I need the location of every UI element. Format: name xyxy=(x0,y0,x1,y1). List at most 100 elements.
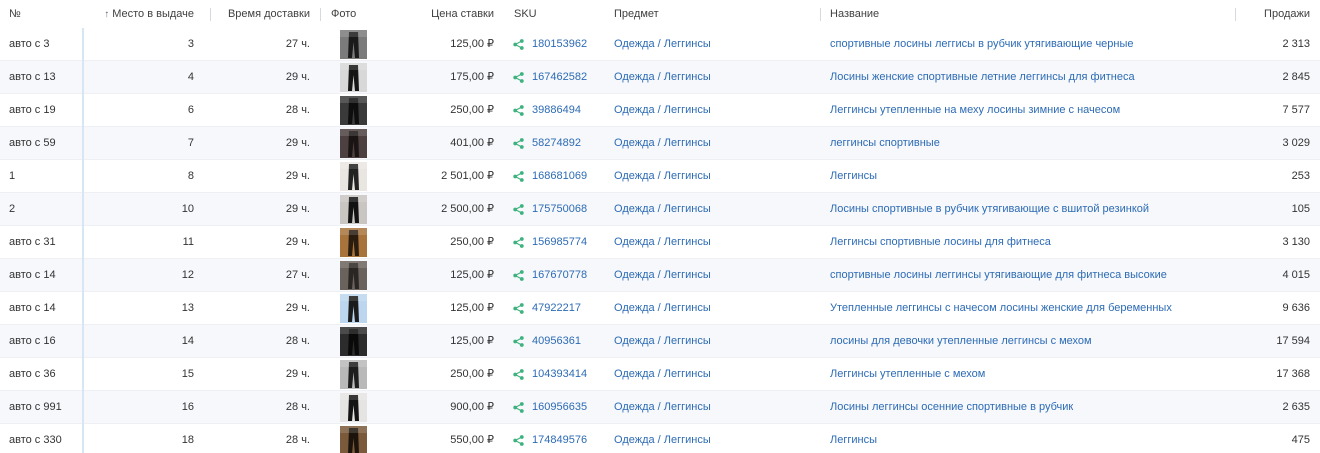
sku-link[interactable]: 58274892 xyxy=(532,127,607,160)
product-photo[interactable] xyxy=(340,393,367,422)
subject-link[interactable]: Одежда / Леггинсы xyxy=(614,424,814,453)
product-photo[interactable] xyxy=(340,294,367,323)
column-divider[interactable] xyxy=(1235,8,1236,21)
table-row[interactable]: авто с 31 11 29 ч. 250,00 ₽ 156985774 Од… xyxy=(0,226,1320,259)
share-icon[interactable] xyxy=(513,270,524,281)
share-icon[interactable] xyxy=(513,105,524,116)
product-photo[interactable] xyxy=(340,30,367,59)
product-photo[interactable] xyxy=(340,360,367,389)
subject-link[interactable]: Одежда / Леггинсы xyxy=(614,391,814,424)
sku-link[interactable]: 39886494 xyxy=(532,94,607,127)
product-name-link[interactable]: Лосины леггинсы осенние спортивные в руб… xyxy=(830,391,1230,424)
pinned-column-divider xyxy=(82,61,84,94)
share-icon[interactable] xyxy=(513,303,524,314)
table-row[interactable]: авто с 19 6 28 ч. 250,00 ₽ 39886494 Одеж… xyxy=(0,94,1320,127)
sku-link[interactable]: 40956361 xyxy=(532,325,607,358)
product-name-link[interactable]: спортивные лосины леггинсы утягивающие д… xyxy=(830,259,1230,292)
table-row[interactable]: 1 8 29 ч. 2 501,00 ₽ 168681069 Одежда / … xyxy=(0,160,1320,193)
table-row[interactable]: авто с 3 3 27 ч. 125,00 ₽ 180153962 Одеж… xyxy=(0,28,1320,61)
share-icon[interactable] xyxy=(513,402,524,413)
product-name-link[interactable]: леггинсы спортивные xyxy=(830,127,1230,160)
subject-link[interactable]: Одежда / Леггинсы xyxy=(614,226,814,259)
share-icon[interactable] xyxy=(513,204,524,215)
sku-link[interactable]: 180153962 xyxy=(532,28,607,61)
product-name-link[interactable]: Леггинсы xyxy=(830,160,1230,193)
share-icon[interactable] xyxy=(513,435,524,446)
share-icon[interactable] xyxy=(513,72,524,83)
sku-link[interactable]: 104393414 xyxy=(532,358,607,391)
column-header-delivery[interactable]: Время доставки xyxy=(212,0,310,28)
subject-link[interactable]: Одежда / Леггинсы xyxy=(614,160,814,193)
share-icon[interactable] xyxy=(513,336,524,347)
sku-link[interactable]: 175750068 xyxy=(532,193,607,226)
product-photo[interactable] xyxy=(340,96,367,125)
product-photo[interactable] xyxy=(340,195,367,224)
sku-link[interactable]: 47922217 xyxy=(532,292,607,325)
product-name-link[interactable]: Леггинсы утепленные с мехом xyxy=(830,358,1230,391)
table-row[interactable]: авто с 991 16 28 ч. 900,00 ₽ 160956635 О… xyxy=(0,391,1320,424)
product-name-link[interactable]: спортивные лосины леггисы в рубчик утяги… xyxy=(830,28,1230,61)
sku-link[interactable]: 156985774 xyxy=(532,226,607,259)
product-name-link[interactable]: Леггинсы спортивные лосины для фитнеса xyxy=(830,226,1230,259)
subject-link[interactable]: Одежда / Леггинсы xyxy=(614,61,814,94)
share-icon[interactable] xyxy=(513,369,524,380)
row-delivery: 28 ч. xyxy=(285,401,310,413)
product-photo-image xyxy=(340,195,367,224)
share-icon[interactable] xyxy=(513,237,524,248)
subject-link[interactable]: Одежда / Леггинсы xyxy=(614,28,814,61)
share-icon[interactable] xyxy=(513,138,524,149)
product-name-link[interactable]: Лосины спортивные в рубчик утягивающие с… xyxy=(830,193,1230,226)
product-photo-image xyxy=(340,294,367,323)
product-photo[interactable] xyxy=(340,129,367,158)
column-divider[interactable] xyxy=(320,8,321,21)
product-photo[interactable] xyxy=(340,162,367,191)
subject-link[interactable]: Одежда / Леггинсы xyxy=(614,127,814,160)
product-name-link[interactable]: Утепленные леггинсы с начесом лосины жен… xyxy=(830,292,1230,325)
share-icon[interactable] xyxy=(513,39,524,50)
product-name-link[interactable]: Лосины женские спортивные летние леггинс… xyxy=(830,61,1230,94)
subject-link[interactable]: Одежда / Леггинсы xyxy=(614,259,814,292)
column-header-price[interactable]: Цена ставки xyxy=(400,0,494,28)
product-name-link[interactable]: Леггинсы xyxy=(830,424,1230,453)
column-header-subject[interactable]: Предмет xyxy=(614,0,659,28)
column-header-photo[interactable]: Фото xyxy=(331,0,356,28)
row-price: 900,00 ₽ xyxy=(450,401,494,413)
row-price: 550,00 ₽ xyxy=(450,434,494,446)
sku-link[interactable]: 167462582 xyxy=(532,61,607,94)
sku-link[interactable]: 168681069 xyxy=(532,160,607,193)
subject-link[interactable]: Одежда / Леггинсы xyxy=(614,193,814,226)
product-name-link[interactable]: Леггинсы утепленные на меху лосины зимни… xyxy=(830,94,1230,127)
column-divider[interactable] xyxy=(820,8,821,21)
table-row[interactable]: авто с 14 12 27 ч. 125,00 ₽ 167670778 Од… xyxy=(0,259,1320,292)
column-divider[interactable] xyxy=(210,8,211,21)
sku-link[interactable]: 160956635 xyxy=(532,391,607,424)
table-row[interactable]: авто с 13 4 29 ч. 175,00 ₽ 167462582 Оде… xyxy=(0,61,1320,94)
product-photo[interactable] xyxy=(340,228,367,257)
subject-link[interactable]: Одежда / Леггинсы xyxy=(614,292,814,325)
product-photo[interactable] xyxy=(340,327,367,356)
column-header-num[interactable]: № xyxy=(9,0,21,28)
subject-link[interactable]: Одежда / Леггинсы xyxy=(614,94,814,127)
row-delivery: 29 ч. xyxy=(285,170,310,182)
row-place: 13 xyxy=(181,302,194,314)
column-header-name[interactable]: Название xyxy=(830,0,879,28)
row-place: 12 xyxy=(181,269,194,281)
table-row[interactable]: авто с 330 18 28 ч. 550,00 ₽ 174849576 О… xyxy=(0,424,1320,453)
product-photo[interactable] xyxy=(340,63,367,92)
column-header-sales[interactable]: Продажи xyxy=(1240,0,1310,28)
product-name-link[interactable]: лосины для девочки утепленные леггинсы с… xyxy=(830,325,1230,358)
sku-link[interactable]: 174849576 xyxy=(532,424,607,453)
share-icon[interactable] xyxy=(513,171,524,182)
column-header-sku[interactable]: SKU xyxy=(514,0,537,28)
product-photo[interactable] xyxy=(340,261,367,290)
table-row[interactable]: авто с 14 13 29 ч. 125,00 ₽ 47922217 Оде… xyxy=(0,292,1320,325)
table-row[interactable]: авто с 59 7 29 ч. 401,00 ₽ 58274892 Одеж… xyxy=(0,127,1320,160)
table-row[interactable]: авто с 36 15 29 ч. 250,00 ₽ 104393414 Од… xyxy=(0,358,1320,391)
product-photo[interactable] xyxy=(340,426,367,453)
subject-link[interactable]: Одежда / Леггинсы xyxy=(614,325,814,358)
column-header-place[interactable]: ↑ Место в выдаче xyxy=(96,0,194,28)
sku-link[interactable]: 167670778 xyxy=(532,259,607,292)
table-row[interactable]: 2 10 29 ч. 2 500,00 ₽ 175750068 Одежда /… xyxy=(0,193,1320,226)
subject-link[interactable]: Одежда / Леггинсы xyxy=(614,358,814,391)
table-row[interactable]: авто с 16 14 28 ч. 125,00 ₽ 40956361 Оде… xyxy=(0,325,1320,358)
